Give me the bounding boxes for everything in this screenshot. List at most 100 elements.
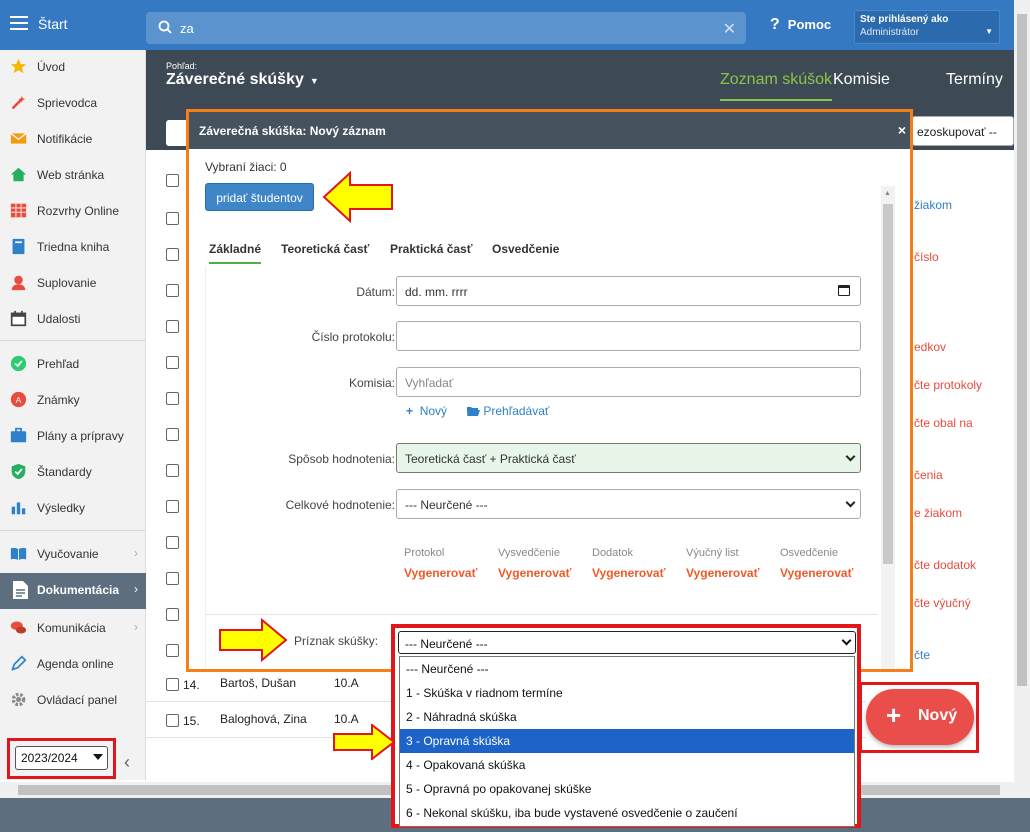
briefcase-icon bbox=[10, 427, 27, 443]
doc-link[interactable]: čte dodatok bbox=[914, 558, 976, 572]
scrollbar-thumb[interactable] bbox=[883, 204, 893, 564]
row-number: 15. bbox=[183, 714, 200, 728]
row-checkbox[interactable] bbox=[166, 428, 179, 441]
row-checkbox[interactable] bbox=[166, 678, 179, 691]
commission-search-field[interactable]: Vyhľadať bbox=[396, 367, 861, 397]
start-label[interactable]: Štart bbox=[38, 16, 68, 32]
row-checkbox[interactable] bbox=[166, 356, 179, 369]
row-checkbox[interactable] bbox=[166, 248, 179, 261]
user-menu[interactable]: Ste prihlásený ako Administrátor ▼ bbox=[854, 10, 1000, 44]
gen-label-osvedcenie: Osvedčenie bbox=[780, 547, 839, 559]
generate-dodatok-link[interactable]: Vygenerovať bbox=[592, 566, 665, 580]
sidebar-item-udalosti[interactable]: Udalosti bbox=[0, 302, 146, 336]
tab-komisie[interactable]: Komisie bbox=[833, 71, 890, 89]
row-checkbox[interactable] bbox=[166, 464, 179, 477]
option-opravna[interactable]: 3 - Opravná skúška bbox=[400, 729, 854, 753]
doc-link[interactable]: čte výučný bbox=[914, 596, 971, 610]
group-select[interactable]: ezoskupovať -- bbox=[912, 116, 1014, 146]
sidebar-item-vysledky[interactable]: Výsledky bbox=[0, 491, 146, 525]
generate-vyucny-list-link[interactable]: Vygenerovať bbox=[686, 566, 759, 580]
sidebar-item-vyucovanie[interactable]: Vyučovanie › bbox=[0, 537, 146, 571]
sidebar-item-plany[interactable]: Plány a prípravy bbox=[0, 419, 146, 453]
tab-zakladne[interactable]: Základné bbox=[209, 242, 262, 264]
row-checkbox[interactable] bbox=[166, 392, 179, 405]
school-year-value: 2023/2024 bbox=[21, 751, 78, 765]
row-checkbox[interactable] bbox=[166, 536, 179, 549]
generate-protokol-link[interactable]: Vygenerovať bbox=[404, 566, 477, 580]
sidebar-item-uvod[interactable]: Úvod bbox=[0, 50, 146, 84]
row-checkbox[interactable] bbox=[166, 608, 179, 621]
add-students-button[interactable]: pridať študentov bbox=[205, 183, 314, 211]
sidebar-item-standardy[interactable]: Štandardy bbox=[0, 455, 146, 489]
option-neurcene[interactable]: --- Neurčené --- bbox=[400, 657, 854, 681]
sidebar-item-dokumentacia[interactable]: Dokumentácia › bbox=[0, 573, 146, 609]
browse-commission-link[interactable]: Prehľadávať bbox=[467, 404, 549, 418]
sidebar-item-agenda[interactable]: Agenda online bbox=[0, 647, 146, 681]
sidebar-item-sprievodca[interactable]: Sprievodca bbox=[0, 86, 146, 120]
sidebar-item-prehlad[interactable]: Prehľad bbox=[0, 347, 146, 381]
page-scrollbar-vertical[interactable] bbox=[1014, 0, 1030, 800]
collapse-sidebar-icon[interactable]: ‹ bbox=[124, 752, 130, 773]
doc-link[interactable]: žiakom bbox=[914, 198, 952, 212]
row-checkbox[interactable] bbox=[166, 284, 179, 297]
evaluation-method-select[interactable]: Teoretická časť + Praktická časť bbox=[396, 443, 861, 473]
doc-link[interactable]: čte protokoly bbox=[914, 378, 982, 392]
generate-osvedcenie-link[interactable]: Vygenerovať bbox=[780, 566, 853, 580]
sidebar-item-label: Triedna kniha bbox=[37, 240, 110, 254]
hamburger-menu-icon[interactable] bbox=[10, 16, 28, 30]
row-checkbox[interactable] bbox=[166, 320, 179, 333]
new-commission-link[interactable]: + Nový bbox=[406, 404, 447, 418]
select-all-checkbox[interactable] bbox=[166, 174, 179, 187]
user-role: Administrátor bbox=[860, 27, 919, 38]
search-box[interactable]: za ✕ bbox=[146, 12, 746, 44]
doc-link[interactable]: čenia bbox=[914, 468, 943, 482]
option-opravna-po-opakovanej[interactable]: 5 - Opravná po opakovanej skúške bbox=[400, 777, 854, 801]
new-record-button[interactable]: + Nový bbox=[866, 689, 974, 745]
scrollbar-thumb[interactable] bbox=[1017, 14, 1027, 686]
tab-osvedcenie[interactable]: Osvedčenie bbox=[492, 242, 559, 256]
row-checkbox[interactable] bbox=[166, 714, 179, 727]
sidebar-item-znamky[interactable]: A Známky bbox=[0, 383, 146, 417]
view-title[interactable]: Záverečné skúšky ▼ bbox=[166, 71, 319, 89]
doc-link[interactable]: čte obal na bbox=[914, 416, 973, 430]
help-button[interactable]: ? Pomoc bbox=[770, 16, 831, 34]
row-checkbox[interactable] bbox=[166, 500, 179, 513]
row-checkbox[interactable] bbox=[166, 572, 179, 585]
calendar-icon[interactable] bbox=[838, 285, 850, 296]
tab-terminy[interactable]: Termíny bbox=[946, 71, 1003, 89]
row-checkbox[interactable] bbox=[166, 212, 179, 225]
search-input[interactable]: za bbox=[180, 21, 194, 36]
option-riadny-termin[interactable]: 1 - Skúška v riadnom termíne bbox=[400, 681, 854, 705]
overall-evaluation-select[interactable]: --- Neurčené --- bbox=[396, 489, 861, 519]
school-year-select[interactable]: 2023/2024 bbox=[15, 746, 108, 770]
generate-vysvedcenie-link[interactable]: Vygenerovať bbox=[498, 566, 571, 580]
protocol-number-field[interactable] bbox=[396, 321, 861, 351]
sidebar-item-notifikacie[interactable]: Notifikácie bbox=[0, 122, 146, 156]
sidebar-item-komunikacia[interactable]: Komunikácia › bbox=[0, 611, 146, 645]
option-opakovana[interactable]: 4 - Opakovaná skúška bbox=[400, 753, 854, 777]
scroll-up-icon[interactable]: ▲ bbox=[884, 190, 891, 197]
modal-scrollbar[interactable]: ▲ ▼ bbox=[881, 186, 895, 669]
pen-icon bbox=[11, 655, 27, 671]
tab-prakticka-cast[interactable]: Praktická časť bbox=[390, 242, 472, 256]
doc-link[interactable]: edkov bbox=[914, 340, 946, 354]
row-checkbox[interactable] bbox=[166, 644, 179, 657]
sidebar-item-rozvrhy[interactable]: Rozvrhy Online bbox=[0, 194, 146, 228]
option-nekonal[interactable]: 6 - Nekonal skúšku, iba bude vystavené o… bbox=[400, 801, 854, 825]
sidebar-item-label: Známky bbox=[37, 393, 80, 407]
doc-link[interactable]: číslo bbox=[914, 250, 939, 264]
clear-search-icon[interactable]: ✕ bbox=[723, 19, 736, 39]
star-icon bbox=[10, 58, 27, 74]
sidebar-item-ovladaci-panel[interactable]: Ovládací panel bbox=[0, 683, 146, 717]
tab-teoreticka-cast[interactable]: Teoretická časť bbox=[281, 242, 369, 256]
sidebar-item-suplovanie[interactable]: Suplovanie bbox=[0, 266, 146, 300]
date-field[interactable]: dd. mm. rrrr bbox=[396, 276, 861, 306]
doc-link[interactable]: čte bbox=[914, 648, 930, 662]
close-icon[interactable]: × bbox=[898, 122, 906, 138]
option-nahradna[interactable]: 2 - Náhradná skúška bbox=[400, 705, 854, 729]
tab-zoznam-skusok[interactable]: Zoznam skúšok bbox=[720, 71, 833, 101]
doc-link[interactable]: e žiakom bbox=[914, 506, 962, 520]
sidebar-item-triedna-kniha[interactable]: Triedna kniha bbox=[0, 230, 146, 264]
sidebar-item-web[interactable]: Web stránka bbox=[0, 158, 146, 192]
exam-flag-select[interactable]: --- Neurčené --- bbox=[398, 631, 856, 654]
